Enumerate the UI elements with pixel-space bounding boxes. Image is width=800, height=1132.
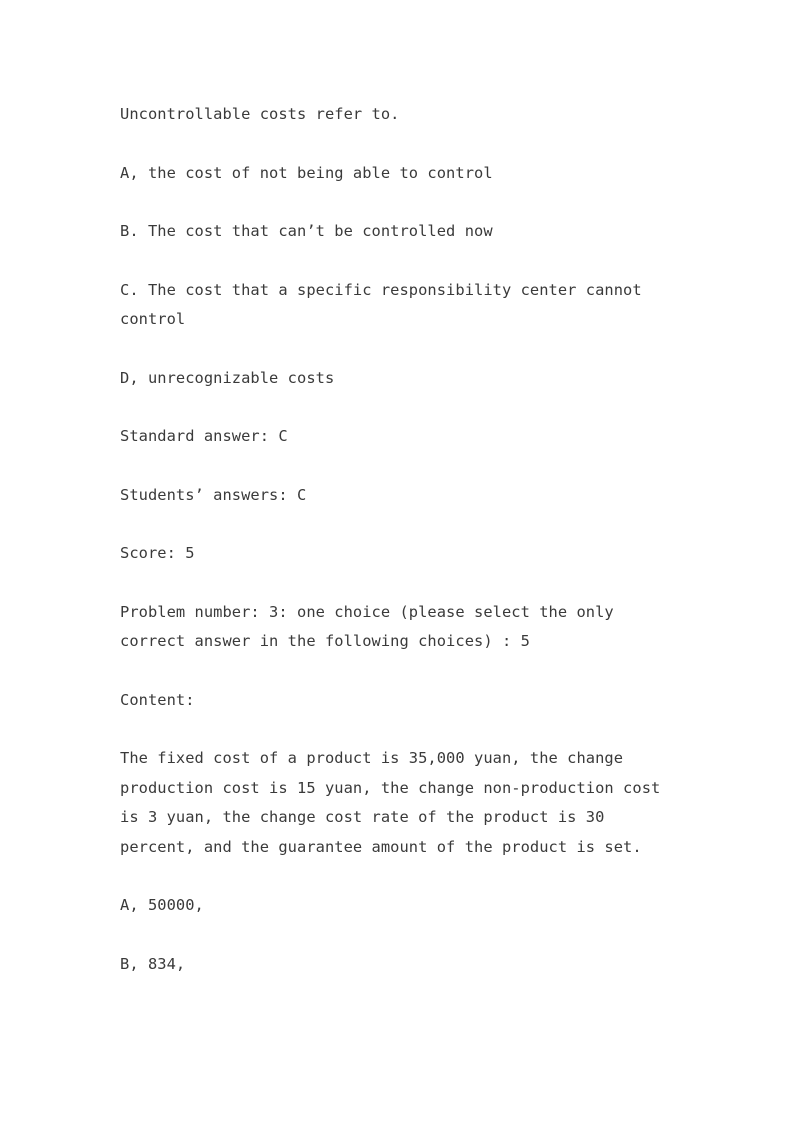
problem-number: Problem number: 3: one choice (please se…: [120, 602, 624, 651]
document-page: Uncontrollable costs refer to. A, the co…: [0, 0, 800, 1132]
document-text-body: Uncontrollable costs refer to. A, the co…: [120, 100, 680, 979]
next-option-a: A, 50000,: [120, 896, 204, 914]
next-option-b: B, 834,: [120, 954, 186, 973]
question-stem: Uncontrollable costs refer to.: [120, 105, 400, 123]
option-a: A, the cost of not being able to control: [120, 163, 493, 182]
score: Score: 5: [120, 544, 195, 562]
students-answers: Students’ answers: C: [120, 485, 307, 504]
problem-content: The fixed cost of a product is 35,000 yu…: [120, 749, 670, 856]
option-b: B. The cost that can’t be controlled now: [120, 222, 493, 240]
option-c: C. The cost that a specific responsibili…: [120, 280, 652, 329]
standard-answer: Standard answer: C: [120, 427, 288, 445]
content-label: Content:: [120, 690, 195, 709]
option-d: D, unrecognizable costs: [120, 368, 335, 387]
